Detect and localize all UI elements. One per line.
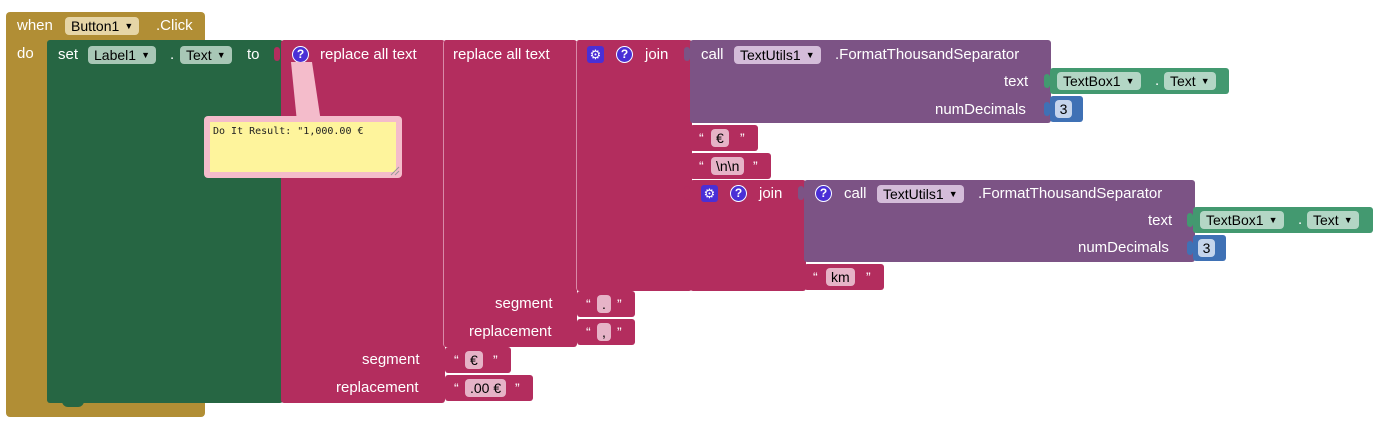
join-1-label: join (645, 46, 669, 63)
join-1-string-newlines[interactable]: “ \n\n ” (690, 153, 771, 179)
help-icon[interactable]: ? (292, 46, 309, 63)
setter-dot: . (170, 46, 175, 63)
outer-replacement-string[interactable]: “ .00 € ” (445, 375, 533, 401)
comment-text: Do It Result: "1,000.00 € (213, 126, 364, 137)
chevron-down-icon: ▼ (1125, 76, 1135, 86)
label-property-dropdown[interactable]: Text ▼ (180, 46, 232, 64)
number-2-connector (1187, 241, 1193, 255)
call-2-text-label: text (1148, 212, 1173, 229)
to-label: to (247, 46, 260, 63)
do-label: do (17, 45, 34, 62)
when-label: when (17, 17, 53, 34)
label-component-dropdown[interactable]: Label1 ▼ (88, 46, 157, 64)
chevron-down-icon: ▼ (216, 50, 226, 60)
chevron-down-icon: ▼ (141, 50, 151, 60)
call-1-numdecimals-label: numDecimals (935, 101, 1026, 118)
call-2-method: .FormatThousandSeparator (978, 185, 1163, 202)
getter-2-connector (1187, 213, 1193, 227)
outer-segment-label: segment (362, 351, 420, 368)
textutils-component-dropdown-1[interactable]: TextUtils1 ▼ (734, 46, 821, 64)
help-icon[interactable]: ? (616, 46, 633, 63)
number-2-value[interactable]: 3 (1198, 239, 1215, 257)
join-2-label: join (759, 185, 783, 202)
resize-handle-icon[interactable] (390, 166, 400, 176)
chevron-down-icon: ▼ (948, 189, 958, 199)
help-icon[interactable]: ? (730, 185, 747, 202)
textbox-property-dropdown-1[interactable]: Text ▼ (1164, 72, 1216, 90)
comment-text-area[interactable]: Do It Result: "1,000.00 € (210, 122, 396, 172)
chevron-down-icon: ▼ (124, 21, 134, 31)
call-1-method: .FormatThousandSeparator (835, 46, 1020, 63)
outer-replacement-label: replacement (336, 379, 419, 396)
getter-1-dot: . (1155, 72, 1160, 89)
inner-segment-value[interactable]: . (597, 295, 611, 313)
inner-replacement-string[interactable]: “ , ” (577, 319, 635, 345)
textbox-component-dropdown-2[interactable]: TextBox1 ▼ (1200, 211, 1284, 229)
number-1-value[interactable]: 3 (1055, 100, 1072, 118)
setter-bottom-tab (62, 398, 84, 407)
chevron-down-icon: ▼ (1200, 76, 1210, 86)
gear-icon[interactable]: ⚙ (587, 46, 604, 63)
inner-replacement-label: replacement (469, 323, 552, 340)
outer-replace-connector (274, 47, 280, 61)
textbox-property-dropdown-2[interactable]: Text ▼ (1307, 211, 1359, 229)
number-block-1[interactable]: 3 (1050, 96, 1083, 122)
chevron-down-icon: ▼ (1343, 215, 1353, 225)
join-1-euro-value[interactable]: € (711, 129, 729, 147)
join-2-km-value[interactable]: km (826, 268, 855, 286)
set-label: set (58, 46, 79, 63)
inner-replacement-value[interactable]: , (597, 323, 611, 341)
join-1-string-euro[interactable]: “ € ” (690, 125, 758, 151)
call-1-text-label: text (1004, 73, 1029, 90)
number-block-2[interactable]: 3 (1193, 235, 1226, 261)
number-1-connector (1044, 102, 1050, 116)
event-name: .Click (156, 17, 193, 34)
call-2-label: call (844, 185, 867, 202)
gear-icon[interactable]: ⚙ (701, 185, 718, 202)
outer-segment-string[interactable]: “ € ” (445, 347, 511, 373)
chevron-down-icon: ▼ (1268, 215, 1278, 225)
join-block-1[interactable] (576, 40, 692, 291)
getter-1-connector (1044, 74, 1050, 88)
join-2-connector (684, 186, 690, 200)
outer-segment-value[interactable]: € (465, 351, 483, 369)
textbox-component-dropdown-1[interactable]: TextBox1 ▼ (1057, 72, 1141, 90)
help-icon[interactable]: ? (815, 185, 832, 202)
getter-2-dot: . (1298, 211, 1303, 228)
replace-all-text-inner-label: replace all text (453, 46, 550, 63)
chevron-down-icon: ▼ (805, 50, 815, 60)
call-2-numdecimals-label: numDecimals (1078, 239, 1169, 256)
call-1-connector (684, 47, 690, 61)
call-1-label: call (701, 46, 724, 63)
set-label-block[interactable] (47, 40, 283, 403)
inner-segment-string[interactable]: “ . ” (577, 291, 635, 317)
textutils-component-dropdown-2[interactable]: TextUtils1 ▼ (877, 185, 964, 203)
join-1-newlines-value[interactable]: \n\n (711, 157, 745, 175)
join-2-string-km[interactable]: “ km ” (804, 264, 884, 290)
comment-pointer (291, 62, 321, 122)
button-component-dropdown[interactable]: Button1 ▼ (65, 17, 140, 35)
outer-replacement-value[interactable]: .00 € (465, 379, 507, 397)
replace-all-text-outer-label: replace all text (320, 46, 417, 63)
call-2-connector (798, 186, 804, 200)
inner-segment-label: segment (495, 295, 553, 312)
